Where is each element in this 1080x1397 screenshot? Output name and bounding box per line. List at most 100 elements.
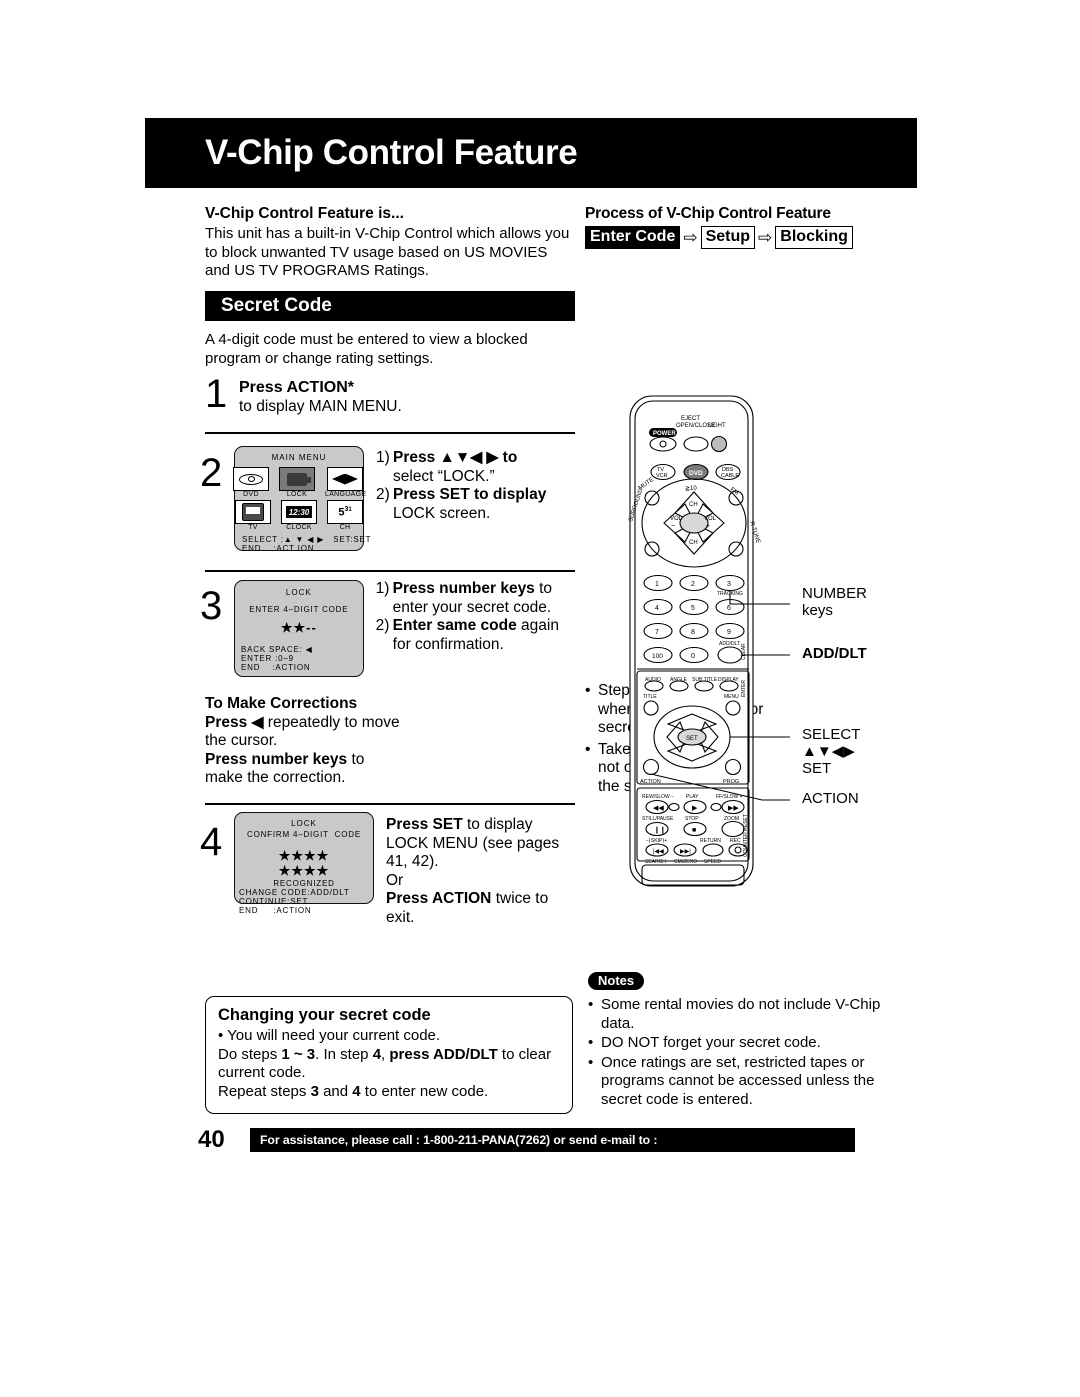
changing-code-bullet: • You will need your current code.	[218, 1027, 441, 1044]
svg-text:9: 9	[727, 629, 731, 636]
svg-text:COUNTER RESET: COUNTER RESET	[743, 814, 749, 857]
svg-text:−⌈SKIP⌉+: −⌈SKIP⌉+	[646, 838, 667, 844]
callout-action: ACTION	[802, 790, 859, 807]
svg-text:PLAY: PLAY	[686, 794, 699, 800]
svg-text:0: 0	[691, 653, 695, 660]
notes-section: Notes Some rental movies do not include …	[588, 972, 888, 1110]
svg-text:100: 100	[652, 653, 663, 660]
svg-text:PROG: PROG	[723, 779, 739, 785]
svg-text:MENU: MENU	[724, 694, 739, 700]
svg-text:▶▶|: ▶▶|	[680, 849, 691, 855]
svg-text:−: −	[671, 523, 675, 530]
step-1-line2: to display MAIN MENU.	[239, 397, 402, 415]
osd-icon-ch: 531 CH	[327, 500, 363, 531]
lips-icon	[332, 473, 358, 485]
svg-text:CLEAR: CLEAR	[741, 643, 747, 660]
osd-lock-enter: LOCK ENTER 4–DIGIT CODE ★★-- BACK SPACE:…	[234, 580, 364, 677]
svg-text:VCR: VCR	[656, 473, 668, 479]
changing-secret-code-box: Changing your secret code • You will nee…	[205, 996, 573, 1114]
to-make-corrections: To Make Corrections Press ◀ repeatedly t…	[205, 695, 400, 788]
osd-icon-label-ch: CH	[339, 524, 351, 531]
svg-text:ANGLE: ANGLE	[670, 677, 688, 683]
osd-icon-language: LANGUAGE	[325, 467, 367, 498]
step-4-line1-bold: Press SET	[386, 816, 463, 833]
step-2-number: 2	[200, 451, 223, 495]
svg-text:SUB TITLE: SUB TITLE	[692, 677, 718, 683]
callout-number-keys-line2: keys	[802, 602, 833, 619]
callout-select-line2: ▲▼◀▶	[802, 743, 855, 760]
changing-code-body1: Do steps 1 ~ 3. In step 4, press ADD/DLT…	[218, 1045, 552, 1082]
step-2-rest-2: LOCK screen.	[393, 504, 491, 522]
osd-main-menu-title: MAIN MENU	[271, 453, 327, 462]
osd-icon-lock: LOCK	[279, 467, 315, 498]
svg-text:REC: REC	[730, 838, 741, 844]
step-3-bold-1: Press number keys	[392, 580, 535, 597]
page-title-banner: V-Chip Control Feature	[145, 118, 917, 188]
step-1-line1: Press ACTION*	[239, 379, 354, 396]
step-2-bold-2: Press SET to display	[393, 486, 547, 503]
svg-text:POWER: POWER	[653, 431, 676, 437]
svg-text:EJECT: EJECT	[681, 416, 700, 422]
osd-main-menu: MAIN MENU DVD LOCK LANGUAGE TV 12:30 CLO…	[233, 446, 371, 553]
step-4: 4 LOCK CONFIRM 4–DIGIT CODE ★★★★ ★★★★ RE…	[200, 812, 580, 927]
callout-select-line1: SELECT	[802, 726, 861, 743]
svg-text:TITLE: TITLE	[643, 694, 657, 700]
step-4-number: 4	[200, 820, 223, 864]
process-step-enter-code: Enter Code	[585, 226, 681, 249]
notes-tag: Notes	[588, 972, 645, 990]
svg-text:3: 3	[727, 581, 731, 588]
osd-lock-enter-stars: ★★--	[280, 620, 317, 635]
step-2-rest-1: select “LOCK.”	[393, 467, 495, 485]
step-1: 1 Press ACTION* to display MAIN MENU.	[205, 374, 575, 416]
osd-icon-label-language: LANGUAGE	[325, 491, 367, 498]
osd-icon-label-lock: LOCK	[286, 491, 308, 498]
osd-lock-confirm-footer3: END :ACTION	[239, 906, 312, 915]
osd-lock-enter-footer3: END :ACTION	[241, 663, 311, 672]
osd-lock-confirm: LOCK CONFIRM 4–DIGIT CODE ★★★★ ★★★★ RECO…	[234, 812, 374, 915]
svg-text:◀◀: ◀◀	[653, 805, 664, 812]
svg-text:SET: SET	[686, 736, 698, 742]
step-4-line3-bold: Press ACTION	[386, 890, 492, 907]
osd-main-menu-row2: TV 12:30 CLOCK 531 CH	[235, 500, 363, 531]
svg-text:ZOOM: ZOOM	[724, 816, 739, 822]
step-4-instructions: Press SET to display LOCK MENU (see page…	[386, 812, 566, 927]
svg-text:LIGHT: LIGHT	[708, 423, 726, 429]
callout-select-line3: SET	[802, 760, 832, 777]
corrections-line2-bold: Press number keys	[205, 750, 348, 768]
svg-text:ENTER: ENTER	[741, 680, 747, 697]
svg-text:2: 2	[691, 581, 695, 588]
step-2-marker-1: 1)	[376, 449, 390, 466]
osd-lock-enter-line1: ENTER 4–DIGIT CODE	[249, 605, 349, 614]
step-4-line2: Or	[386, 871, 404, 889]
step-3-marker-1: 1)	[375, 580, 390, 597]
osd-lock-confirm-line1: CONFIRM 4–DIGIT CODE	[247, 830, 361, 839]
svg-text:8: 8	[691, 629, 695, 636]
channel-icon: 531	[338, 505, 352, 519]
svg-text:1: 1	[655, 581, 659, 588]
callout-number-keys: NUMBER keys	[802, 585, 867, 619]
page-number: 40	[198, 1126, 225, 1153]
svg-text:VOL: VOL	[704, 516, 717, 522]
svg-text:CABLE: CABLE	[721, 473, 739, 479]
svg-text:≧10: ≧10	[685, 486, 697, 492]
osd-lock-enter-footer1: BACK SPACE: ◀	[241, 645, 313, 654]
footer-text: For assistance, please call : 1-800-211-…	[260, 1133, 658, 1171]
remote-control-illustration: ◀◀ ▶ ▶▶ ❙❙ ■ |◀◀ ▶▶| POWER EJECT OPEN/CL…	[612, 392, 912, 897]
arrow-right-icon: ⇨	[683, 228, 698, 247]
svg-text:SEARCH: SEARCH	[645, 859, 666, 865]
process-heading: Process of V-Chip Control Feature	[585, 205, 831, 222]
step-3: 3 LOCK ENTER 4–DIGIT CODE ★★-- BACK SPAC…	[200, 580, 580, 677]
svg-text:STOP: STOP	[685, 816, 699, 822]
step-2-marker-2: 2)	[376, 486, 390, 503]
svg-text:DISPLAY: DISPLAY	[718, 677, 739, 683]
changing-code-body2: Repeat steps 3 and 4 to enter new code.	[218, 1082, 489, 1100]
osd-lock-confirm-title: LOCK	[291, 819, 317, 828]
secret-code-title: Secret Code	[221, 295, 332, 316]
notes-list: Some rental movies do not include V-Chip…	[588, 996, 888, 1109]
changing-code-heading: Changing your secret code	[218, 1006, 431, 1024]
callout-add-dlt: ADD/DLT	[802, 645, 867, 662]
step-3-instructions: 1) Press number keys to enter your secre…	[376, 580, 580, 677]
svg-text:CH: CH	[689, 540, 698, 546]
osd-lock-confirm-stars1: ★★★★	[278, 848, 330, 863]
svg-text:+: +	[706, 523, 710, 530]
